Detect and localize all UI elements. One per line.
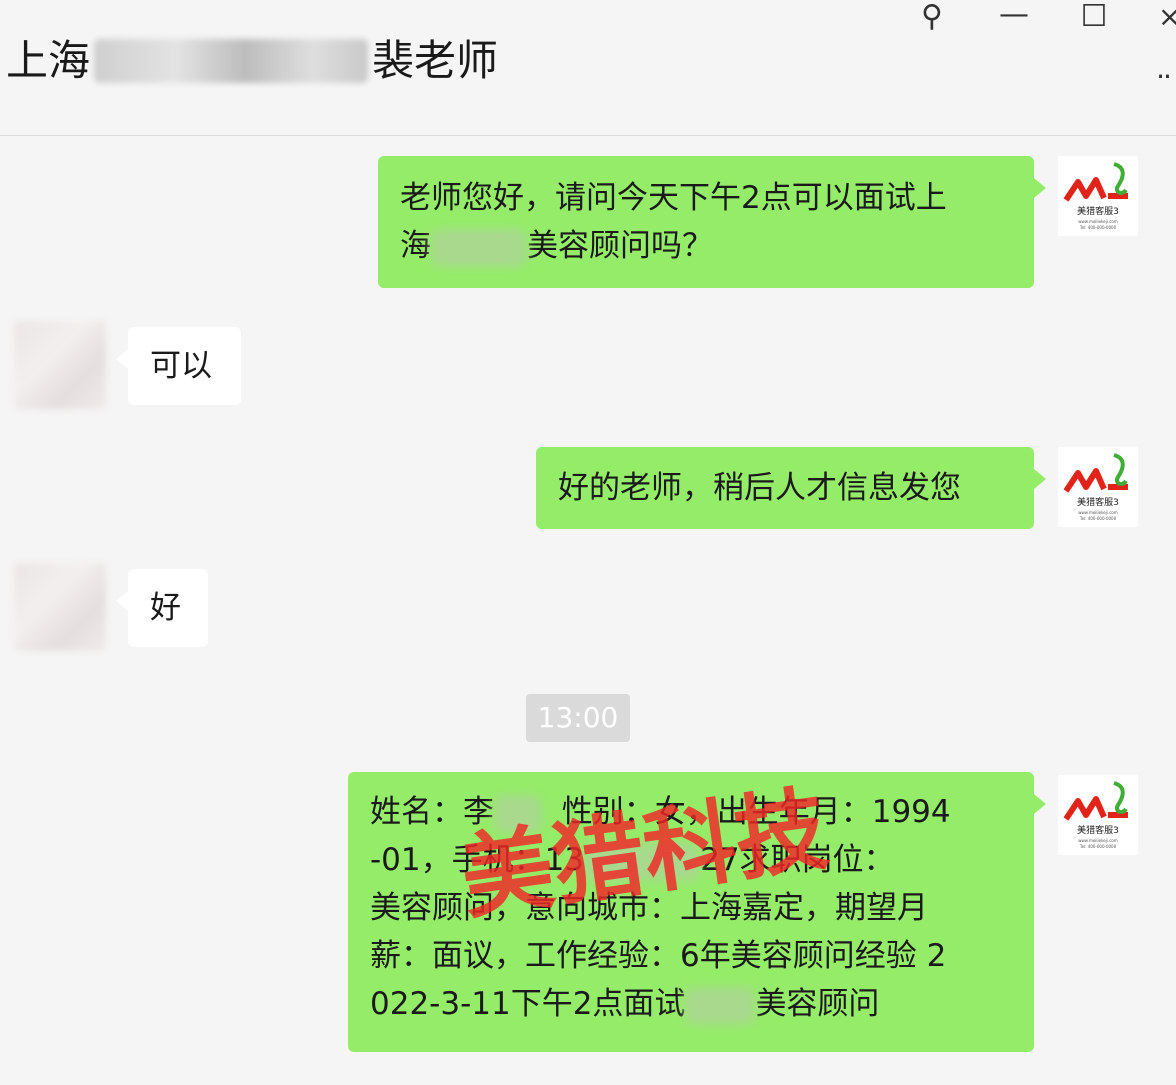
- redacted-blur: [584, 842, 701, 881]
- logo-name: 美猎客服3: [1077, 496, 1119, 508]
- redacted-name-blur: [94, 39, 369, 83]
- chat-title-prefix: 上海: [6, 36, 91, 85]
- message-text-line: 美容顾问，意向城市：上海嘉定，期望月: [370, 890, 928, 926]
- meilie-logo-icon: 美猎客服3 www.meiliekeji.com Tel: 400-000-00…: [1058, 447, 1138, 527]
- logo-line-1: www.meiliekeji.com: [1078, 838, 1118, 843]
- meilie-logo-icon: 美猎客服3 www.meiliekeji.com Tel: 400-000-00…: [1058, 775, 1138, 855]
- contact-avatar[interactable]: [14, 321, 106, 409]
- message-list[interactable]: 老师您好，请问今天下午2点可以面试上 海美容顾问吗？ 美猎客服3 www.mei…: [0, 137, 1176, 1085]
- logo-name: 美猎客服3: [1077, 824, 1119, 836]
- logo-line-1: www.meiliekeji.com: [1078, 510, 1118, 515]
- chat-title: 上海 裴老师: [6, 34, 498, 88]
- logo-line-2: Tel: 400-000-0000: [1079, 516, 1117, 521]
- message-bubble-incoming[interactable]: 好: [116, 569, 208, 647]
- message-text: 可以: [150, 348, 212, 384]
- pin-icon[interactable]: ⚲: [916, 0, 948, 34]
- logo-line-1: www.meiliekeji.com: [1078, 219, 1118, 224]
- own-avatar[interactable]: 美猎客服3 www.meiliekeji.com Tel: 400-000-00…: [1058, 775, 1138, 855]
- chat-header: 上海 裴老师 ⚲ — ☐ × ··: [0, 0, 1176, 136]
- minimize-icon[interactable]: —: [996, 0, 1032, 32]
- message-bubble-outgoing[interactable]: 姓名：李 性别：女，出生年月：1994 -01，手机：13 27求职岗位： 美容顾…: [348, 772, 1046, 1052]
- logo-line-2: Tel: 400-000-0000: [1079, 844, 1117, 849]
- message-text-line: -01，手机：13 27求职岗位：: [370, 836, 1012, 884]
- close-icon[interactable]: ×: [1158, 0, 1176, 34]
- message-text-line: 薪：面议，工作经验：6年美容顾问经验 2: [370, 938, 947, 974]
- more-options-icon[interactable]: ··: [1150, 60, 1176, 94]
- redacted-blur: [494, 794, 542, 833]
- own-avatar[interactable]: 美猎客服3 www.meiliekeji.com Tel: 400-000-00…: [1058, 447, 1138, 527]
- own-avatar[interactable]: 美猎客服3 www.meiliekeji.com Tel: 400-000-00…: [1058, 156, 1138, 236]
- message-bubble-incoming[interactable]: 可以: [116, 327, 241, 405]
- chat-title-suffix: 裴老师: [372, 36, 499, 85]
- redacted-blur: [431, 228, 527, 267]
- contact-avatar[interactable]: [14, 563, 106, 651]
- maximize-icon[interactable]: ☐: [1078, 0, 1110, 34]
- timestamp-badge: 13:00: [526, 694, 630, 742]
- message-text: 好的老师，稍后人才信息发您: [558, 470, 961, 506]
- message-text: 好: [150, 590, 181, 626]
- message-text-line: 022-3-11下午2点面试 美容顾问: [370, 980, 1012, 1028]
- message-bubble-outgoing[interactable]: 好的老师，稍后人才信息发您: [536, 447, 1046, 529]
- message-text-line: 姓名：李 性别：女，出生年月：1994: [370, 788, 1012, 836]
- message-text-line: 海美容顾问吗？: [400, 222, 1012, 270]
- logo-line-2: Tel: 400-000-0000: [1079, 225, 1117, 230]
- message-bubble-outgoing[interactable]: 老师您好，请问今天下午2点可以面试上 海美容顾问吗？: [378, 156, 1046, 288]
- redacted-blur: [685, 986, 756, 1025]
- logo-name: 美猎客服3: [1077, 205, 1119, 217]
- meilie-logo-icon: 美猎客服3 www.meiliekeji.com Tel: 400-000-00…: [1058, 156, 1138, 236]
- message-text-line: 老师您好，请问今天下午2点可以面试上: [400, 180, 947, 216]
